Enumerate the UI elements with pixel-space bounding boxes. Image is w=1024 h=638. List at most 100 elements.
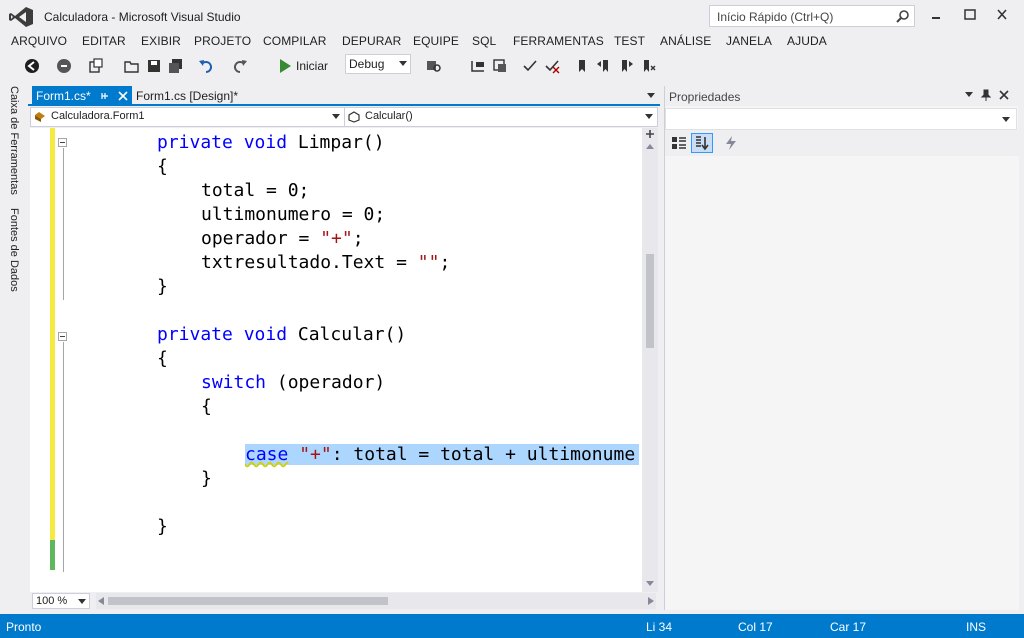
split-icon[interactable] <box>646 130 654 138</box>
code-text: ; <box>352 228 364 249</box>
save-icon[interactable] <box>146 58 162 74</box>
menu-exibir[interactable]: EXIBIR <box>141 34 181 48</box>
panel-menu-icon[interactable] <box>965 92 973 98</box>
menu-compilar[interactable]: COMPILAR <box>263 34 326 48</box>
editor-vertical-scrollbar[interactable] <box>642 128 658 592</box>
clear-bookmarks-icon[interactable] <box>640 58 656 74</box>
properties-grid <box>665 156 1019 610</box>
tab-form1-design[interactable]: Form1.cs [Design]* <box>134 86 264 106</box>
next-bookmark-icon[interactable] <box>618 58 634 74</box>
chevron-down-icon <box>399 61 407 66</box>
scroll-right-icon[interactable] <box>648 597 654 605</box>
menu-projeto[interactable]: PROJETO <box>194 34 251 48</box>
code-text: : total = total + ultimonume <box>331 444 636 465</box>
code-editor[interactable]: private void Limpar() { total = 0; ultim… <box>30 128 642 592</box>
string-literal: "+" <box>320 228 353 249</box>
toolbox-tab[interactable]: Caixa de Ferramentas <box>4 86 20 195</box>
navigate-icon[interactable] <box>492 58 508 74</box>
bookmark-icon[interactable] <box>574 58 590 74</box>
tab-overflow-dropdown-icon[interactable] <box>646 90 656 100</box>
menu-arquivo[interactable]: ARQUIVO <box>11 34 67 48</box>
pin-icon[interactable] <box>100 91 110 101</box>
back-icon[interactable] <box>24 58 40 74</box>
minimize-icon[interactable] <box>926 6 946 24</box>
close-icon[interactable] <box>992 6 1012 24</box>
pin-icon[interactable] <box>981 89 991 101</box>
menu-sql[interactable]: SQL <box>472 34 496 48</box>
start-label: Iniciar <box>296 59 329 73</box>
member-selector-value: Calcular() <box>365 110 413 122</box>
menu-test[interactable]: TEST <box>614 34 645 48</box>
scroll-down-icon[interactable] <box>646 580 654 588</box>
code-line: ultimonumero = 0; <box>201 204 386 225</box>
saved-change-bar <box>50 540 55 570</box>
code-line: } <box>157 276 168 297</box>
collapse-region-icon[interactable] <box>58 138 67 147</box>
scroll-left-icon[interactable] <box>98 597 104 605</box>
quick-launch-placeholder: Início Rápido (Ctrl+Q) <box>717 10 834 24</box>
undo-icon[interactable] <box>198 58 214 74</box>
comment-icon[interactable] <box>522 58 538 74</box>
play-icon <box>280 59 291 73</box>
save-all-icon[interactable] <box>168 58 184 74</box>
menu-depurar[interactable]: DEPURAR <box>342 34 401 48</box>
new-project-icon[interactable] <box>88 58 104 74</box>
prev-bookmark-icon[interactable] <box>596 58 612 74</box>
code-line: } <box>157 516 168 537</box>
change-bar <box>50 128 55 294</box>
menu-equipe[interactable]: EQUIPE <box>413 34 459 48</box>
redo-icon[interactable] <box>232 58 248 74</box>
quick-launch-input[interactable]: Início Rápido (Ctrl+Q) <box>709 5 915 27</box>
code-line: private void Limpar() <box>157 132 385 153</box>
class-selector[interactable]: Calculadora.Form1 <box>31 108 345 126</box>
zoom-select[interactable]: 100 % <box>32 593 90 609</box>
document-tabs: Form1.cs* Form1.cs [Design]* <box>28 86 660 106</box>
properties-panel: Propriedades <box>664 86 1019 610</box>
menu-ferramentas[interactable]: FERRAMENTAS <box>513 34 604 48</box>
menu-janela[interactable]: JANELA <box>726 34 772 48</box>
status-insert-mode: INS <box>966 620 987 634</box>
alphabetical-button[interactable] <box>691 133 713 153</box>
code-text: (operador) <box>266 372 386 393</box>
code-line: total = 0; <box>201 180 310 201</box>
events-icon[interactable] <box>723 135 739 151</box>
data-sources-tab[interactable]: Fontes de Dados <box>4 208 20 292</box>
code-line: { <box>157 348 168 369</box>
chevron-down-icon <box>1002 117 1010 122</box>
menu-editar[interactable]: EDITAR <box>82 34 126 48</box>
menu-analise[interactable]: ANÁLISE <box>660 34 711 48</box>
title-bar: Calculadora - Microsoft Visual Studio In… <box>0 0 1024 32</box>
class-icon <box>35 112 45 122</box>
string-literal: "" <box>417 252 440 273</box>
vertical-scroll-thumb[interactable] <box>646 254 654 348</box>
solution-config-value: Debug <box>349 57 385 71</box>
editor-horizontal-scrollbar[interactable] <box>96 593 656 609</box>
maximize-icon[interactable] <box>960 6 980 24</box>
close-tab-icon[interactable] <box>118 91 128 101</box>
status-line: Li 34 <box>646 620 673 634</box>
visual-studio-logo-icon <box>9 7 33 27</box>
scroll-up-icon[interactable] <box>646 144 654 150</box>
horizontal-scroll-thumb[interactable] <box>108 597 388 605</box>
menu-ajuda[interactable]: AJUDA <box>787 34 827 48</box>
uncomment-icon[interactable] <box>544 58 560 74</box>
forward-icon[interactable] <box>56 58 72 74</box>
properties-object-select[interactable] <box>665 108 1017 130</box>
code-text: operador = <box>201 228 321 249</box>
tab-form1-cs[interactable]: Form1.cs* <box>32 86 132 106</box>
status-character: Car 17 <box>830 620 867 634</box>
solution-config-select[interactable]: Debug <box>345 54 411 74</box>
collapse-region-icon[interactable] <box>58 332 67 341</box>
categorized-icon[interactable] <box>671 135 687 151</box>
method-icon <box>348 111 360 123</box>
step-icon[interactable] <box>470 58 486 74</box>
close-icon[interactable] <box>999 90 1009 100</box>
find-in-files-icon[interactable] <box>426 58 442 74</box>
code-line: private void Calcular() <box>157 324 406 345</box>
selected-code-line: case "+": total = total + ultimonume <box>245 444 640 465</box>
code-line: { <box>157 156 168 177</box>
keyword: private void <box>157 324 288 345</box>
open-file-icon[interactable] <box>124 58 140 74</box>
member-selector[interactable]: Calcular() <box>345 108 657 126</box>
status-bar: Pronto Li 34 Col 17 Car 17 INS <box>0 614 1024 638</box>
